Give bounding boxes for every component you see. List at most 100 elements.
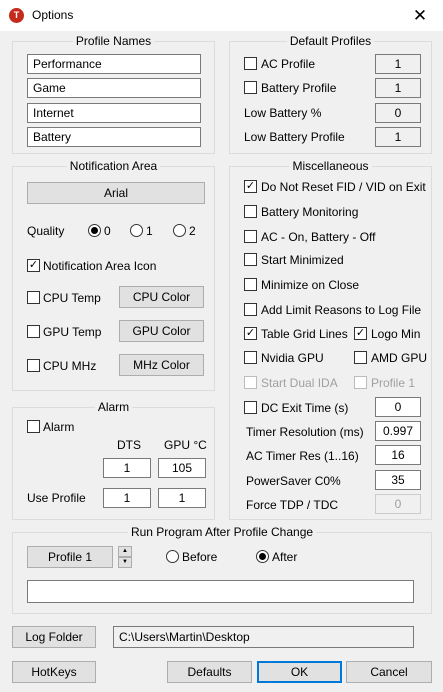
amd-gpu-label: AMD GPU bbox=[371, 351, 428, 365]
use-profile-gpu-input[interactable]: 1 bbox=[158, 488, 206, 508]
spinner-up-icon[interactable]: ▲ bbox=[118, 546, 132, 557]
program-path-input[interactable] bbox=[27, 580, 414, 603]
alarm-label: Alarm bbox=[43, 420, 75, 434]
profile-1-label: Profile 1 bbox=[371, 376, 416, 390]
alarm-gpu-input[interactable]: 105 bbox=[158, 458, 206, 478]
battery-profile-label: Battery Profile bbox=[261, 81, 337, 95]
quality-option-0: 0 bbox=[104, 224, 111, 238]
run-program-title: Run Program After Profile Change bbox=[127, 525, 317, 539]
powersaver-input[interactable]: 35 bbox=[375, 470, 421, 490]
hotkeys-button[interactable]: HotKeys bbox=[12, 661, 96, 683]
start-minimized-checkbox[interactable] bbox=[244, 253, 257, 266]
use-profile-label: Use Profile bbox=[27, 491, 86, 505]
cpu-mhz-label: CPU MHz bbox=[43, 359, 97, 373]
log-folder-button[interactable]: Log Folder bbox=[12, 626, 96, 648]
ac-profile-label: AC Profile bbox=[261, 57, 316, 71]
start-minimized-label: Start Minimized bbox=[261, 253, 344, 267]
notification-icon-label: Notification Area Icon bbox=[43, 259, 157, 273]
run-profile-button[interactable]: Profile 1 bbox=[27, 546, 113, 568]
quality-radio-2[interactable] bbox=[173, 224, 186, 237]
cpu-mhz-checkbox[interactable] bbox=[27, 359, 40, 372]
low-battery-pct-value[interactable]: 0 bbox=[375, 103, 421, 123]
checkmark-icon: ✓ bbox=[355, 327, 366, 339]
table-grid-lines-label: Table Grid Lines bbox=[261, 327, 348, 341]
ac-profile-checkbox[interactable] bbox=[244, 57, 257, 70]
ac-profile-value[interactable]: 1 bbox=[375, 54, 421, 74]
ac-on-battery-off-label: AC - On, Battery - Off bbox=[261, 230, 376, 244]
powersaver-label: PowerSaver C0% bbox=[246, 474, 341, 488]
checkmark-icon: ✓ bbox=[245, 180, 256, 192]
cpu-temp-label: CPU Temp bbox=[43, 291, 101, 305]
cancel-button[interactable]: Cancel bbox=[346, 661, 432, 683]
minimize-on-close-label: Minimize on Close bbox=[261, 278, 360, 292]
alarm-checkbox[interactable] bbox=[27, 420, 40, 433]
battery-profile-checkbox[interactable] bbox=[244, 81, 257, 94]
after-label: After bbox=[272, 550, 298, 564]
battery-profile-value[interactable]: 1 bbox=[375, 78, 421, 98]
miscellaneous-title: Miscellaneous bbox=[289, 159, 372, 173]
force-tdp-label: Force TDP / TDC bbox=[246, 498, 339, 512]
cpu-color-button[interactable]: CPU Color bbox=[119, 286, 204, 308]
start-dual-ida-checkbox bbox=[244, 376, 257, 389]
battery-monitoring-checkbox[interactable] bbox=[244, 205, 257, 218]
battery-monitoring-label: Battery Monitoring bbox=[261, 205, 359, 219]
dc-exit-time-label: DC Exit Time (s) bbox=[261, 401, 349, 415]
mhz-color-button[interactable]: MHz Color bbox=[119, 354, 204, 376]
profile-name-2-input[interactable]: Game bbox=[27, 78, 201, 98]
gpu-temp-header: GPU °C bbox=[164, 438, 207, 452]
add-limit-reasons-label: Add Limit Reasons to Log File bbox=[261, 303, 422, 317]
dc-exit-time-checkbox[interactable] bbox=[244, 401, 257, 414]
profile-spinner[interactable]: ▲ ▼ bbox=[118, 546, 132, 568]
low-battery-pct-label: Low Battery % bbox=[244, 106, 322, 120]
profile-name-1-input[interactable]: Performance bbox=[27, 54, 201, 74]
table-grid-lines-checkbox[interactable]: ✓ bbox=[244, 327, 257, 340]
ac-timer-res-input[interactable]: 16 bbox=[375, 445, 421, 465]
low-battery-profile-value[interactable]: 1 bbox=[375, 127, 421, 147]
nvidia-gpu-checkbox[interactable] bbox=[244, 351, 257, 364]
spinner-down-icon[interactable]: ▼ bbox=[118, 557, 132, 568]
quality-radio-0[interactable] bbox=[88, 224, 101, 237]
title-bar: T Options ✕ bbox=[0, 0, 443, 31]
checkmark-icon: ✓ bbox=[28, 259, 39, 271]
before-label: Before bbox=[182, 550, 218, 564]
do-not-reset-checkbox[interactable]: ✓ bbox=[244, 180, 257, 193]
minimize-on-close-checkbox[interactable] bbox=[244, 278, 257, 291]
quality-option-2: 2 bbox=[189, 224, 196, 238]
notification-area-title: Notification Area bbox=[66, 159, 161, 173]
checkmark-icon: ✓ bbox=[245, 327, 256, 339]
force-tdp-input: 0 bbox=[375, 494, 421, 514]
do-not-reset-label: Do Not Reset FID / VID on Exit bbox=[261, 180, 426, 194]
dc-exit-time-input[interactable]: 0 bbox=[375, 397, 421, 417]
ac-on-battery-off-checkbox[interactable] bbox=[244, 230, 257, 243]
close-icon[interactable]: ✕ bbox=[397, 0, 443, 31]
ac-timer-res-label: AC Timer Res (1..16) bbox=[246, 449, 359, 463]
cpu-temp-checkbox[interactable] bbox=[27, 291, 40, 304]
gpu-temp-checkbox[interactable] bbox=[27, 325, 40, 338]
notification-icon-checkbox[interactable]: ✓ bbox=[27, 259, 40, 272]
timer-resolution-label: Timer Resolution (ms) bbox=[246, 425, 364, 439]
profile-name-3-input[interactable]: Internet bbox=[27, 103, 201, 123]
quality-option-1: 1 bbox=[146, 224, 153, 238]
timer-resolution-input[interactable]: 0.997 bbox=[375, 421, 421, 441]
defaults-button[interactable]: Defaults bbox=[167, 661, 252, 683]
amd-gpu-checkbox[interactable] bbox=[354, 351, 367, 364]
quality-radio-1[interactable] bbox=[130, 224, 143, 237]
alarm-title: Alarm bbox=[94, 400, 133, 414]
profile-names-title: Profile Names bbox=[72, 34, 155, 48]
ok-button[interactable]: OK bbox=[257, 661, 342, 683]
profile-name-4-input[interactable]: Battery bbox=[27, 127, 201, 147]
font-button[interactable]: Arial bbox=[27, 182, 205, 204]
before-radio[interactable] bbox=[166, 550, 179, 563]
alarm-dts-input[interactable]: 1 bbox=[103, 458, 151, 478]
nvidia-gpu-label: Nvidia GPU bbox=[261, 351, 324, 365]
window-title: Options bbox=[32, 8, 74, 22]
add-limit-reasons-checkbox[interactable] bbox=[244, 303, 257, 316]
miscellaneous-group: Miscellaneous bbox=[229, 159, 432, 520]
logo-min-checkbox[interactable]: ✓ bbox=[354, 327, 367, 340]
dts-header: DTS bbox=[117, 438, 141, 452]
start-dual-ida-label: Start Dual IDA bbox=[261, 376, 338, 390]
use-profile-dts-input[interactable]: 1 bbox=[103, 488, 151, 508]
gpu-color-button[interactable]: GPU Color bbox=[119, 320, 204, 342]
log-folder-path[interactable]: C:\Users\Martin\Desktop bbox=[113, 626, 414, 648]
after-radio[interactable] bbox=[256, 550, 269, 563]
